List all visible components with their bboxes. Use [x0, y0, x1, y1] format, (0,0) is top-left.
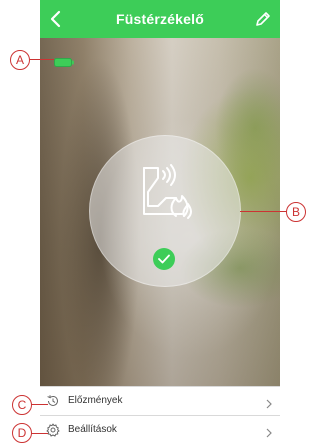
device-status-circle[interactable] — [89, 135, 241, 287]
battery-full-icon — [54, 54, 74, 67]
callout-a: A — [10, 50, 30, 70]
callout-line-a — [30, 59, 54, 60]
callout-line-d — [30, 433, 48, 434]
callout-line-c — [30, 404, 48, 405]
smoke-detector-icon — [136, 164, 196, 222]
page-title: Füstérzékelő — [116, 11, 204, 27]
gear-icon — [46, 423, 60, 437]
history-row[interactable]: Előzmények — [40, 386, 280, 415]
app-header: Füstérzékelő — [40, 0, 280, 38]
chevron-right-icon — [266, 396, 272, 409]
chevron-right-icon — [266, 425, 272, 438]
app-screen: Füstérzékelő Előzmények Beállítások — [40, 0, 280, 443]
history-icon — [46, 394, 60, 408]
check-icon — [153, 248, 175, 270]
settings-list: Előzmények Beállítások — [40, 386, 280, 443]
history-label: Előzmények — [68, 395, 123, 406]
pencil-icon[interactable] — [254, 10, 272, 28]
callout-c: C — [12, 395, 32, 415]
settings-label: Beállítások — [68, 424, 117, 435]
callout-line-b — [240, 211, 288, 212]
settings-row[interactable]: Beállítások — [40, 415, 280, 443]
callout-b: B — [286, 202, 306, 222]
callout-d: D — [12, 423, 32, 443]
